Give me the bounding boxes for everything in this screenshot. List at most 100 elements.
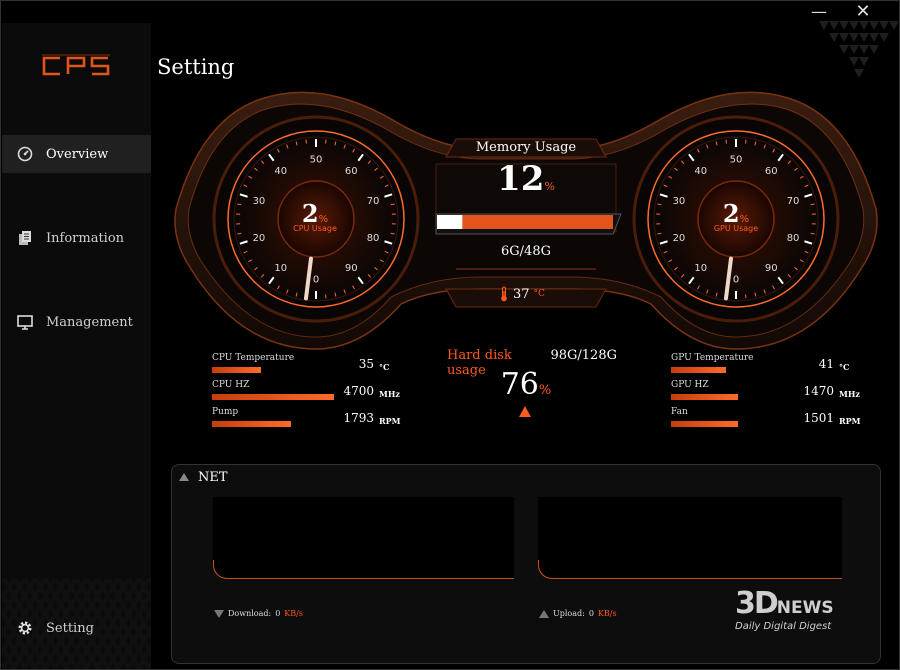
sidebar-item-label: Overview xyxy=(46,146,109,162)
minimize-button[interactable]: — xyxy=(799,1,839,23)
net-title: NET xyxy=(198,470,228,485)
watermark-brand-b: NEWS xyxy=(776,598,834,618)
stat-label: GPU Temperature xyxy=(671,353,754,363)
memory-detail: 6G/48G xyxy=(501,244,551,259)
upload-value: 0 xyxy=(588,609,594,618)
stat-unit: RPM xyxy=(379,416,401,426)
dial-tick-label: 30 xyxy=(253,196,266,207)
watermark: 3DNEWS Daily Digital Digest xyxy=(735,586,875,636)
stat-bar xyxy=(671,421,739,427)
sidebar-item-overview[interactable]: Overview xyxy=(2,135,151,173)
dashboard-frame: 0 10 20 30 40 50 60 70 80 90 0 10 20 30 40 50 60 70 80 90 xyxy=(174,91,878,350)
dial-tick-label: 40 xyxy=(694,166,707,177)
dial-tick xyxy=(325,139,327,144)
sidebar-item-setting[interactable]: Setting xyxy=(2,609,151,647)
stat-bar xyxy=(671,367,726,373)
upload-readout: Upload: 0 KB/s xyxy=(539,609,617,618)
document-icon xyxy=(16,229,34,247)
watermark-tagline: Daily Digital Digest xyxy=(735,621,832,632)
stat-row: Pump 1793 RPM xyxy=(212,407,412,434)
gpu-usage-label: GPU Usage xyxy=(713,224,759,233)
dial-tick xyxy=(745,139,747,144)
speedometer-icon xyxy=(16,145,34,163)
cpu-gauge-readout: 2% CPU Usage xyxy=(265,199,365,233)
dial-tick-label: 90 xyxy=(765,263,778,274)
stat-label: Pump xyxy=(212,407,239,417)
upload-label: Upload: xyxy=(553,609,585,618)
dial-tick xyxy=(325,294,327,299)
cpu-stats: CPU Temperature 35 °C CPU HZ 4700 MHz Pump 1793… xyxy=(212,353,412,434)
monitor-icon xyxy=(16,313,34,331)
stat-value: 1501 xyxy=(803,411,834,425)
stat-unit: MHz xyxy=(839,389,860,399)
download-unit: KB/s xyxy=(284,609,303,618)
dial-tick-label: 20 xyxy=(253,233,266,244)
dial-tick-label: 40 xyxy=(274,166,287,177)
dial-tick xyxy=(305,139,307,144)
stat-row: GPU HZ 1470 MHz xyxy=(671,380,871,407)
triangle-pattern-decoration xyxy=(819,21,899,78)
dial-tick-label: 50 xyxy=(310,155,323,166)
cps-logo xyxy=(42,54,110,76)
dial-tick-label: 80 xyxy=(787,233,800,244)
stat-label: Fan xyxy=(671,407,688,417)
sidebar: Overview Information Management Setting xyxy=(2,23,151,669)
stat-bar xyxy=(212,421,292,427)
temperature-unit: °C xyxy=(533,289,545,299)
stat-label: CPU Temperature xyxy=(212,353,295,363)
dial-tick-label: 0 xyxy=(733,275,739,286)
hdd-usage-value: 76 xyxy=(500,367,539,402)
dial-tick-label: 20 xyxy=(673,233,686,244)
download-readout: Download: 0 KB/s xyxy=(214,609,303,618)
collapse-net-icon[interactable] xyxy=(179,473,189,481)
sidebar-item-information[interactable]: Information xyxy=(2,219,151,257)
stat-value: 1470 xyxy=(803,384,834,398)
stat-bar xyxy=(212,394,334,400)
app-window: — ✕ Overview Information Management Sett… xyxy=(0,0,900,670)
stat-value: 35 xyxy=(358,357,374,371)
memory-usage-readout: 12% xyxy=(456,159,596,199)
stat-unit: °C xyxy=(839,362,850,372)
sidebar-item-label: Management xyxy=(46,314,133,330)
download-value: 0 xyxy=(275,609,281,618)
hdd-trend-up-icon xyxy=(519,406,531,417)
download-graph xyxy=(213,497,514,579)
stat-value: 41 xyxy=(818,357,834,371)
stat-label: CPU HZ xyxy=(212,380,250,390)
stat-value: 4700 xyxy=(343,384,374,398)
upload-unit: KB/s xyxy=(597,609,617,618)
dial-tick-label: 60 xyxy=(765,166,778,177)
hdd-usage-readout: 76% xyxy=(481,367,571,402)
sidebar-item-management[interactable]: Management xyxy=(2,303,151,341)
download-arrow-icon xyxy=(214,609,224,618)
stat-row: CPU Temperature 35 °C xyxy=(212,353,412,380)
close-button[interactable]: ✕ xyxy=(843,1,883,23)
title-bar: — ✕ xyxy=(1,1,900,23)
cpu-usage-label: CPU Usage xyxy=(293,224,337,233)
dial-tick-label: 70 xyxy=(787,196,800,207)
page-title: Setting xyxy=(157,55,235,79)
gear-icon xyxy=(16,619,34,637)
gpu-stats: GPU Temperature 41 °C GPU HZ 1470 MHz Fan 1501 R… xyxy=(671,353,871,434)
dial-tick-label: 50 xyxy=(730,155,743,166)
stat-unit: MHz xyxy=(379,389,400,399)
memory-progress-track xyxy=(437,215,613,229)
temperature-value: 37 xyxy=(513,286,530,302)
stat-bar xyxy=(671,394,739,400)
gpu-gauge-readout: 2% GPU Usage xyxy=(686,199,786,233)
memory-progress-fill xyxy=(437,215,463,229)
download-label: Download: xyxy=(228,609,272,618)
stat-row: CPU HZ 4700 MHz xyxy=(212,380,412,407)
dial-tick-label: 60 xyxy=(345,166,358,177)
watermark-brand-a: 3D xyxy=(735,586,779,621)
hdd-usage-unit: % xyxy=(538,383,552,398)
stat-bar xyxy=(212,367,261,373)
stat-row: GPU Temperature 41 °C xyxy=(671,353,871,380)
memory-usage-value: 12 xyxy=(497,159,545,199)
stat-label: GPU HZ xyxy=(671,380,709,390)
stat-unit: RPM xyxy=(839,416,861,426)
memory-usage-label: Memory Usage xyxy=(475,140,577,155)
dial-tick-label: 10 xyxy=(694,263,707,274)
sidebar-item-label: Information xyxy=(46,230,125,246)
upload-arrow-icon xyxy=(539,609,549,618)
